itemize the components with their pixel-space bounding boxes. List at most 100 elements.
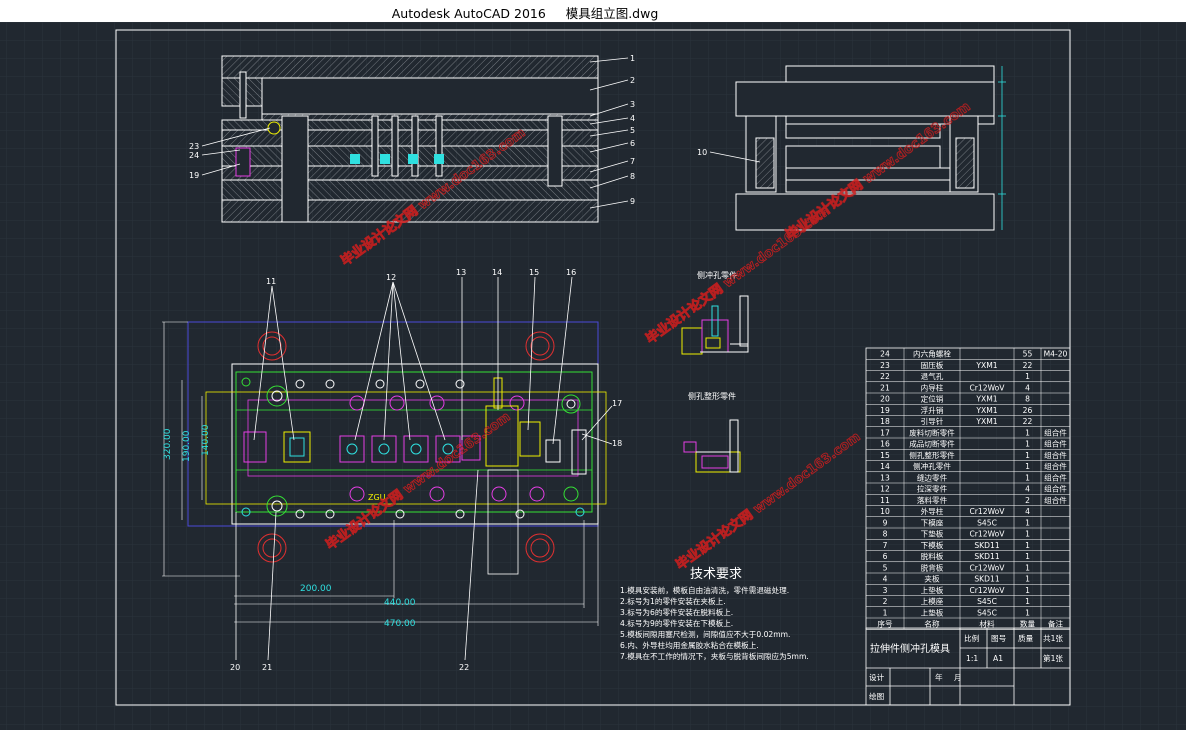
bom-cell: 组合件 xyxy=(1044,450,1067,460)
part-number: 13 xyxy=(456,268,466,277)
tech-item: 7.模具在不工作的情况下，夹板与脱背板间隙应为5mm. xyxy=(620,651,809,661)
scale-value: 1:1 xyxy=(966,654,978,663)
plate-7 xyxy=(221,165,599,181)
bom-cell: 1 xyxy=(1025,451,1030,460)
bom-cell: 1 xyxy=(1025,440,1030,449)
bom-cell: 夹板 xyxy=(924,574,940,584)
bom-cell: 上垫板 xyxy=(921,607,944,617)
part-number: 11 xyxy=(266,277,276,286)
bom-cell: 下模板 xyxy=(921,540,944,550)
part-number: 16 xyxy=(566,268,576,277)
bom-cell: 1 xyxy=(1025,462,1030,471)
scale-label: 比例 xyxy=(964,633,980,643)
part-number: 4 xyxy=(630,114,635,123)
part-number: 8 xyxy=(630,172,635,181)
bom-cell: 序号 xyxy=(877,619,893,629)
drawing-title: 拉伸件侧冲孔模具 xyxy=(870,642,950,655)
bom-cell: 10 xyxy=(880,507,890,516)
bom-cell: 组合件 xyxy=(1044,461,1067,471)
section-view xyxy=(221,55,599,223)
tech-item: 6.内、外导柱均用金属胶水粘合在模板上. xyxy=(620,640,759,650)
part-number: 12 xyxy=(386,273,396,282)
plate-8 xyxy=(221,179,599,201)
bom-cell: 18 xyxy=(880,417,890,426)
bom-cell: Cr12WoV xyxy=(970,507,1006,516)
bom-cell: 2 xyxy=(1025,496,1030,505)
bom-cell: YXM1 xyxy=(975,395,997,404)
bom-cell: 22 xyxy=(1023,361,1033,370)
designer-label: 设计 xyxy=(869,672,885,682)
bom-cell: 组合件 xyxy=(1044,472,1067,482)
bom-cell: SKD11 xyxy=(974,541,999,550)
bom-cell: 13 xyxy=(880,473,890,482)
bom-cell: 1 xyxy=(1025,575,1030,584)
bom-cell: 9 xyxy=(883,518,888,527)
bom-cell: 19 xyxy=(880,406,890,415)
bom-cell: 落料零件 xyxy=(917,495,948,505)
bom-cell: 2 xyxy=(883,597,888,606)
bom-cell: 侧冲孔零件 xyxy=(913,461,951,471)
bom-cell: 4 xyxy=(1025,383,1030,392)
bom-cell: 7 xyxy=(883,541,888,550)
bom-cell: 1 xyxy=(1025,473,1030,482)
sheet-no: 第1张 xyxy=(1043,653,1063,663)
tech-item: 3.标号为6的零件安装在脱料板上. xyxy=(620,607,733,617)
part-number: 22 xyxy=(459,663,469,672)
bom-cell: 26 xyxy=(1023,406,1033,415)
drawing-no-label: 图号 xyxy=(991,634,1007,643)
bom-cell: 1 xyxy=(1025,597,1030,606)
bom-cell: 4 xyxy=(883,575,888,584)
part-number: 3 xyxy=(630,100,635,109)
bom-cell: 下模座 xyxy=(921,517,944,527)
bom-cell: 脱料板 xyxy=(921,551,944,561)
part-number: 10 xyxy=(697,148,707,157)
bom-cell: 1 xyxy=(1025,608,1030,617)
part-number: 19 xyxy=(189,171,199,180)
dimension-140: 140.00 xyxy=(201,424,211,456)
weight-label: 质量 xyxy=(1018,633,1034,643)
drafter-label: 绘图 xyxy=(869,691,884,701)
app-title: Autodesk AutoCAD 2016 xyxy=(391,6,546,21)
tech-item: 5.模板间隙用塞尺检测，间隙值应不大于0.02mm. xyxy=(620,629,790,639)
bom-cell: S45C xyxy=(977,608,997,617)
bom-cell: 1 xyxy=(1025,530,1030,539)
bom-cell: 名称 xyxy=(924,619,940,629)
window-titlebar: Autodesk AutoCAD 2016 模具组立图.dwg xyxy=(0,0,1186,22)
bom-cell: Cr12WoV xyxy=(970,530,1006,539)
bom-cell: 1 xyxy=(1025,518,1030,527)
bom-cell: 17 xyxy=(880,428,890,437)
bom-cell: S45C xyxy=(977,518,997,527)
bom-cell: 数量 xyxy=(1020,619,1036,629)
bom-cell: 材料 xyxy=(979,619,995,629)
bom-cell: Cr12WoV xyxy=(970,586,1006,595)
tech-title: 技术要求 xyxy=(690,567,742,582)
bom-cell: Cr12WoV xyxy=(970,383,1006,392)
bom-cell: 22 xyxy=(1023,417,1033,426)
bom-cell: 引导针 xyxy=(921,416,944,426)
dimension-190: 190.00 xyxy=(182,430,192,462)
bom-cell: 11 xyxy=(880,496,890,505)
bom-cell: YXM1 xyxy=(975,417,997,426)
bom-cell: 备注 xyxy=(1048,619,1064,629)
bom-cell: 1 xyxy=(883,608,888,617)
bom-cell: 上模座 xyxy=(921,596,944,606)
bom-cell: 侧孔整形零件 xyxy=(909,450,955,460)
bom-cell: 上垫板 xyxy=(921,585,944,595)
part-number: 1 xyxy=(630,54,635,63)
sheet-size: A1 xyxy=(993,654,1003,663)
part-number: 15 xyxy=(529,268,539,277)
tech-item: 2.标号为1的零件安装在夹板上. xyxy=(620,596,726,606)
bom-cell: YXM1 xyxy=(975,361,997,370)
bom-cell: 1 xyxy=(1025,372,1030,381)
plate-1 xyxy=(221,55,599,79)
part-number: 23 xyxy=(189,142,199,151)
bom-cell: 4 xyxy=(1025,507,1030,516)
bom-cell: 拉深零件 xyxy=(917,484,948,494)
drawing-canvas[interactable]: 1 2 3 4 5 6 7 8 9 23 24 19 10 11 12 13 1… xyxy=(0,22,1186,730)
bom-cell: 4 xyxy=(1025,485,1030,494)
bom-cell: 退气孔 xyxy=(921,371,944,381)
bom-cell: 1 xyxy=(1025,428,1030,437)
part-number: 20 xyxy=(230,663,240,672)
part-number: 18 xyxy=(612,439,622,448)
part-number: 5 xyxy=(630,126,635,135)
